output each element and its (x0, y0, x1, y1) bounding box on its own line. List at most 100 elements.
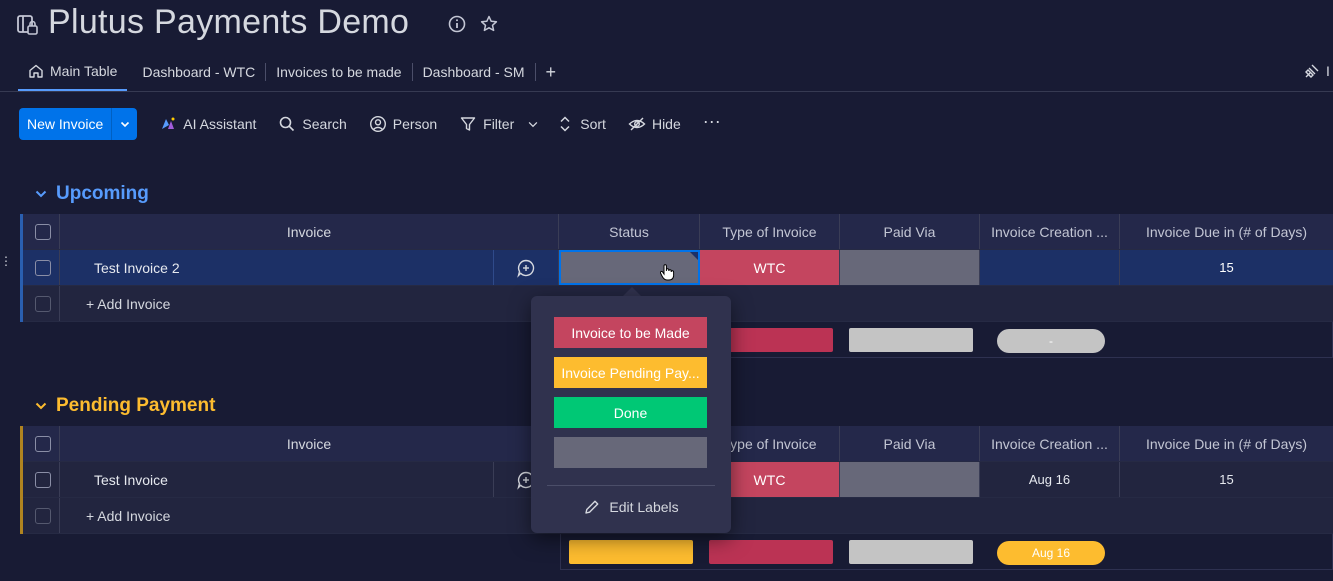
group-title[interactable]: Pending Payment (56, 395, 215, 417)
invoice-due-cell[interactable]: 15 (1120, 462, 1333, 497)
tab-label: Dashboard - WTC (142, 64, 256, 80)
invoice-creation-cell[interactable]: Aug 16 (980, 462, 1120, 497)
column-header-invoice[interactable]: Invoice (60, 426, 559, 461)
invoice-due-cell[interactable]: 15 (1120, 250, 1333, 285)
type-of-invoice-cell[interactable]: WTC (700, 250, 840, 285)
invoice-name-cell[interactable]: Test Invoice (60, 462, 494, 497)
status-option-invoice-pending-payment[interactable]: Invoice Pending Pay... (554, 357, 707, 388)
tab-dashboard-wtc[interactable]: Dashboard - WTC (132, 53, 265, 91)
group-title[interactable]: Upcoming (56, 183, 149, 205)
select-all-cell (26, 426, 60, 461)
status-summary-bar[interactable] (569, 540, 693, 564)
row-checkbox[interactable] (34, 259, 51, 276)
info-icon[interactable] (447, 14, 467, 34)
add-row-checkbox (34, 507, 51, 524)
home-icon (29, 64, 43, 78)
add-row-checkbox (34, 295, 51, 312)
person-label: Person (392, 116, 438, 132)
board-lock-icon (17, 15, 38, 35)
search-label: Search (302, 116, 347, 132)
search-button[interactable]: Search (278, 115, 347, 133)
ai-assistant-button[interactable]: AI Assistant (159, 115, 256, 133)
hand-cursor-icon (659, 264, 675, 281)
add-row-select-cell (26, 498, 60, 533)
page-title: Plutus Payments Demo (48, 3, 410, 41)
group-upcoming-header[interactable]: Upcoming (34, 183, 149, 205)
column-header-paid-via[interactable]: Paid Via (840, 426, 980, 461)
status-cell[interactable] (559, 250, 700, 285)
table-row[interactable]: Test Invoice 2 WTC 15 (21, 250, 1333, 286)
group-left-edge (20, 426, 23, 534)
creation-summary[interactable]: Aug 16 (997, 541, 1105, 565)
chevron-down-icon[interactable] (34, 187, 48, 201)
paid-via-summary-bar[interactable] (849, 328, 973, 352)
add-update-cell[interactable] (494, 250, 559, 285)
creation-summary[interactable]: - (997, 329, 1105, 353)
column-header-due[interactable]: Invoice Due in (# of Days) (1120, 426, 1333, 461)
chevron-down-icon (120, 121, 129, 128)
ai-assistant-icon (162, 117, 175, 129)
sort-button[interactable]: Sort (556, 115, 606, 133)
integrate-label[interactable]: I (1326, 63, 1330, 79)
paid-via-cell[interactable] (840, 462, 980, 497)
column-header-creation[interactable]: Invoice Creation ... (980, 214, 1120, 249)
filter-button[interactable]: Filter (459, 115, 540, 133)
pencil-icon (585, 500, 599, 514)
tab-main-table[interactable]: Main Table (18, 53, 128, 91)
tab-invoices-to-be-made[interactable]: Invoices to be made (266, 53, 411, 91)
toolbar: New Invoice AI Assistant Search Person F… (19, 108, 721, 140)
column-header-paid-via[interactable]: Paid Via (840, 214, 980, 249)
select-all-checkbox[interactable] (34, 223, 51, 240)
group-pending-header[interactable]: Pending Payment (34, 395, 215, 417)
column-header-type[interactable]: Type of Invoice (700, 214, 840, 249)
paid-via-summary-bar[interactable] (849, 540, 973, 564)
hide-label: Hide (651, 116, 681, 132)
add-update-icon[interactable] (516, 258, 536, 278)
tab-label: Invoices to be made (276, 64, 402, 80)
tabs-divider (0, 91, 1333, 92)
select-all-cell (26, 214, 60, 249)
invoice-name-cell[interactable]: Test Invoice 2 (60, 250, 494, 285)
column-header-due[interactable]: Invoice Due in (# of Days) (1120, 214, 1333, 249)
column-header-invoice[interactable]: Invoice (60, 214, 559, 249)
star-icon[interactable] (479, 14, 499, 34)
column-header-creation[interactable]: Invoice Creation ... (980, 426, 1120, 461)
table-header-row: Invoice Status Type of Invoice Paid Via … (21, 214, 1333, 250)
popup-divider (547, 485, 715, 486)
status-label-picker: Invoice to be Made Invoice Pending Pay..… (531, 296, 731, 533)
hide-button[interactable]: Hide (628, 115, 681, 133)
integrate-icon[interactable] (1303, 62, 1321, 80)
invoice-creation-cell[interactable] (980, 250, 1120, 285)
group-summary-row: Aug 16 (560, 534, 1333, 570)
person-icon (369, 115, 386, 133)
new-invoice-dropdown[interactable] (111, 108, 137, 140)
sort-label: Sort (580, 116, 606, 132)
row-checkbox[interactable] (34, 471, 51, 488)
view-tabs: Main Table Dashboard - WTC Invoices to b… (18, 52, 566, 92)
search-icon (280, 116, 295, 132)
status-option-invoice-to-be-made[interactable]: Invoice to be Made (554, 317, 707, 348)
group-left-edge (20, 214, 23, 322)
new-invoice-button[interactable]: New Invoice (19, 108, 138, 140)
add-view-button[interactable]: + (536, 62, 567, 83)
select-all-checkbox[interactable] (34, 435, 51, 452)
status-option-blank[interactable] (554, 437, 707, 468)
tab-dashboard-sm[interactable]: Dashboard - SM (413, 53, 535, 91)
chevron-down-icon[interactable] (34, 399, 48, 413)
cell-corner-mark (690, 252, 698, 260)
row-select-cell (26, 250, 60, 285)
type-summary-bar[interactable] (709, 540, 833, 564)
row-drag-handle[interactable]: ⋮ (0, 255, 12, 267)
status-option-done[interactable]: Done (554, 397, 707, 428)
row-select-cell (26, 462, 60, 497)
paid-via-cell[interactable] (840, 250, 980, 285)
edit-labels-button[interactable]: Edit Labels (531, 498, 731, 516)
sort-icon (560, 116, 570, 132)
tab-label: Dashboard - SM (422, 64, 525, 80)
person-filter-button[interactable]: Person (369, 115, 437, 133)
chevron-down-icon[interactable] (526, 117, 540, 131)
new-invoice-label[interactable]: New Invoice (19, 116, 111, 132)
more-options-button[interactable]: ··· (703, 111, 721, 132)
column-header-status[interactable]: Status (559, 214, 700, 249)
tab-label: Main Table (50, 63, 118, 79)
